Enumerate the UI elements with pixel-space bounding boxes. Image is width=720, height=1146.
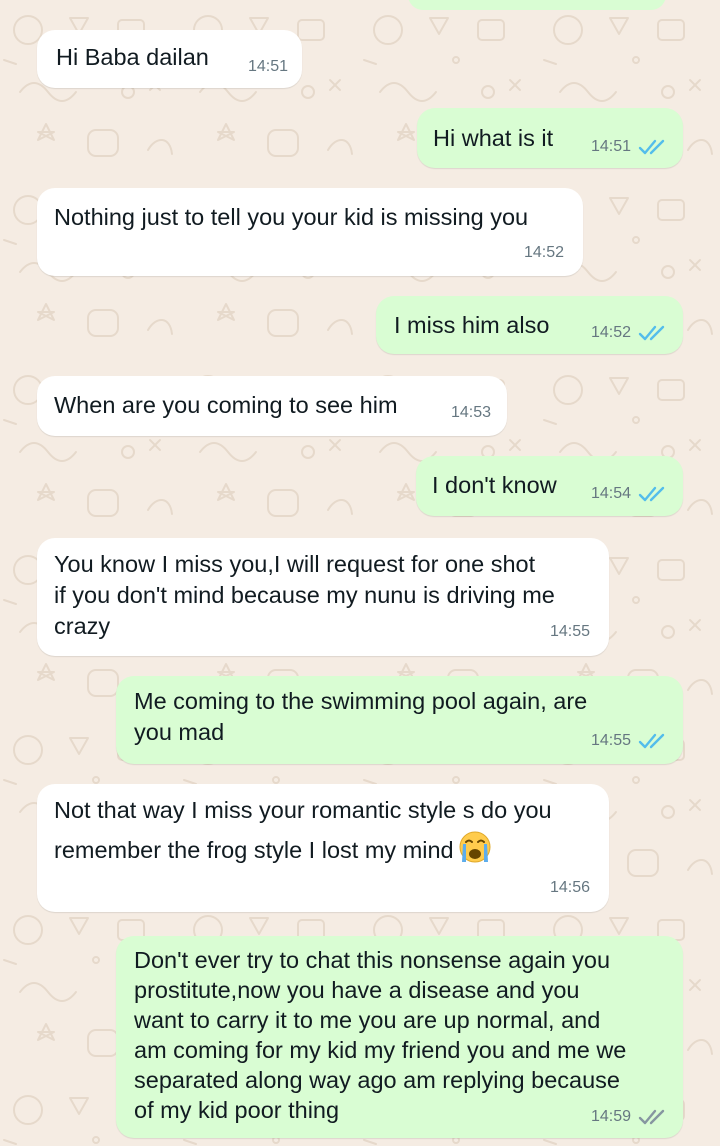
message-text-line: am coming for my kid my friend you and m…: [134, 1037, 627, 1063]
loudly-crying-face-icon: [459, 831, 491, 863]
message-text: I miss him also: [394, 312, 550, 338]
message-text: Nothing just to tell you your kid is mis…: [54, 204, 529, 230]
message-text-line: Don't ever try to chat this nonsense aga…: [134, 947, 611, 973]
double-check-read-icon: [638, 733, 665, 748]
message-text-line: crazy: [54, 613, 111, 639]
message-text-line: prostitute,now you have a disease and yo…: [134, 977, 580, 1003]
time-label: 14:54: [590, 485, 631, 502]
message-timestamp: 14:54: [591, 478, 667, 509]
message-timestamp: 14:52: [591, 317, 667, 348]
message-text-line: Me coming to the swimming pool again, ar…: [134, 688, 588, 714]
message-text-line: you mad: [134, 719, 225, 745]
message-text: I don't know: [432, 472, 557, 498]
time-label: 14:51: [590, 138, 631, 155]
message-text-line: want to carry it to me you are up normal…: [134, 1007, 601, 1033]
incoming-message-bubble[interactable]: Not that way I miss your romantic style …: [37, 784, 609, 912]
message-timestamp: 14:51: [248, 51, 288, 82]
time-label: 14:55: [590, 732, 631, 749]
message-timestamp: 14:55: [591, 725, 667, 756]
message-timestamp: 14:56: [550, 872, 590, 903]
message-text-line: You know I miss you,I will request for o…: [54, 551, 536, 577]
double-check-delivered-icon: [638, 1109, 665, 1124]
message-text: Hi Baba dailan: [56, 44, 209, 70]
time-label: 14:59: [590, 1108, 631, 1125]
message-text-line: of my kid poor thing: [134, 1097, 340, 1123]
message-text-line: separated along way ago am replying beca…: [134, 1067, 620, 1093]
outgoing-message-bubble[interactable]: Me coming to the swimming pool again, ar…: [116, 676, 683, 764]
incoming-message-bubble[interactable]: When are you coming to see him 14:53: [37, 376, 507, 436]
message-text-line: Not that way I miss your romantic style …: [54, 797, 552, 823]
time-label: 14:51: [247, 58, 288, 75]
double-check-read-icon: [638, 486, 665, 501]
incoming-message-bubble[interactable]: You know I miss you,I will request for o…: [37, 538, 609, 656]
outgoing-message-bubble[interactable]: Hi what is it 14:51: [417, 108, 683, 168]
double-check-read-icon: [638, 325, 665, 340]
time-label: 14:56: [549, 879, 590, 896]
message-timestamp: 14:53: [451, 397, 491, 428]
outgoing-message-bubble[interactable]: Don't ever try to chat this nonsense aga…: [116, 936, 683, 1138]
time-label: 14:53: [450, 404, 491, 421]
message-timestamp: 14:51: [591, 131, 667, 162]
message-text: When are you coming to see him: [54, 392, 398, 418]
previous-message-bubble-fragment[interactable]: [408, 0, 666, 10]
message-text: remember the frog style I lost my mind: [54, 837, 454, 863]
outgoing-message-bubble[interactable]: I miss him also 14:52: [376, 296, 683, 354]
message-text-line: remember the frog style I lost my mind: [54, 830, 492, 866]
message-timestamp: 14:59: [591, 1101, 667, 1132]
message-timestamp: 14:52: [524, 237, 564, 268]
time-label: 14:52: [590, 324, 631, 341]
message-timestamp: 14:55: [550, 616, 590, 647]
message-text-line: if you don't mind because my nunu is dri…: [54, 582, 555, 608]
time-label: 14:52: [523, 244, 564, 261]
time-label: 14:55: [549, 623, 590, 640]
incoming-message-bubble[interactable]: Hi Baba dailan 14:51: [37, 30, 302, 88]
outgoing-message-bubble[interactable]: I don't know 14:54: [416, 456, 683, 516]
message-text: Hi what is it: [433, 125, 554, 151]
incoming-message-bubble[interactable]: Nothing just to tell you your kid is mis…: [37, 188, 583, 276]
double-check-read-icon: [638, 139, 665, 154]
